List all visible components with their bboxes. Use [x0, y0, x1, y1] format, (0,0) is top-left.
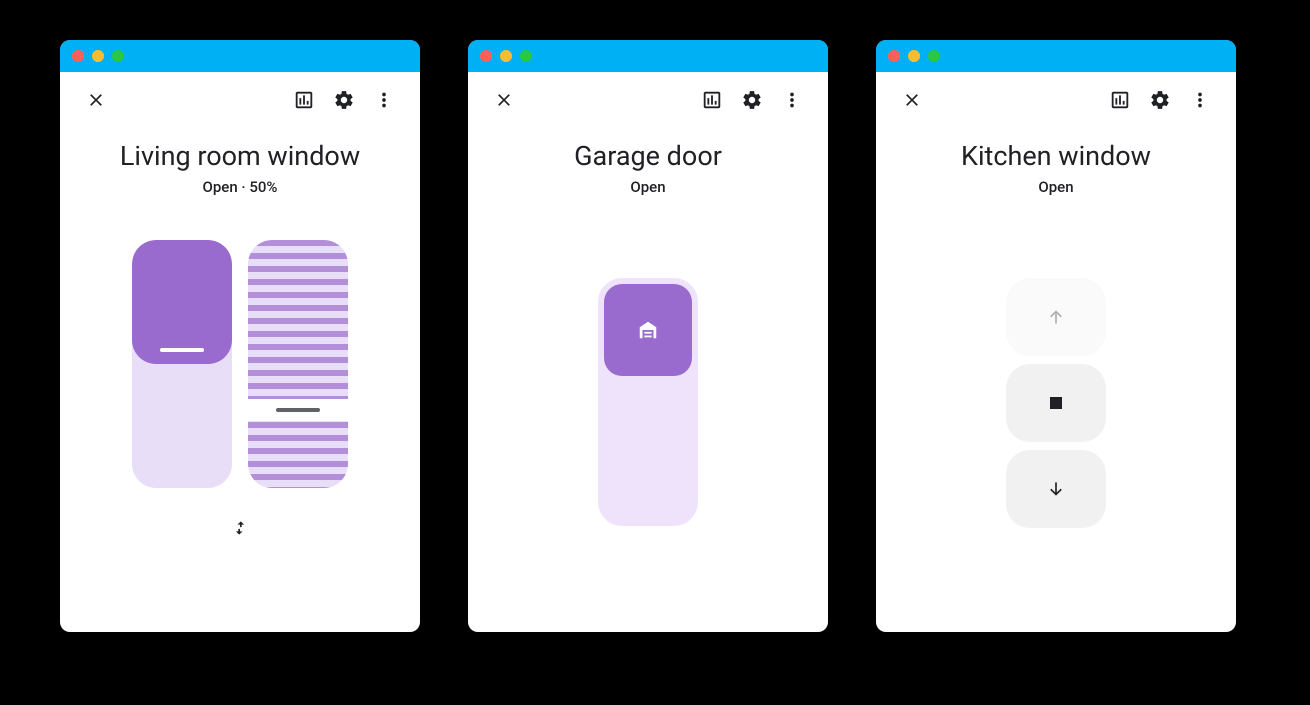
device-title: Living room window	[60, 140, 420, 172]
minimize-window-icon[interactable]	[500, 50, 512, 62]
title-bar	[60, 40, 420, 72]
device-title: Garage door	[468, 140, 828, 172]
garage-icon	[637, 319, 659, 341]
swap-button[interactable]	[230, 518, 250, 542]
device-status: Open	[876, 178, 1236, 196]
more-button[interactable]	[772, 80, 812, 120]
settings-button[interactable]	[324, 80, 364, 120]
device-status: Open	[468, 178, 828, 196]
maximize-window-icon[interactable]	[520, 50, 532, 62]
slider-handle-icon	[160, 348, 204, 352]
tilt-stripes	[248, 240, 348, 488]
history-button[interactable]	[692, 80, 732, 120]
maximize-window-icon[interactable]	[112, 50, 124, 62]
title-block: Living room window Open · 50%	[60, 128, 420, 204]
close-window-icon[interactable]	[72, 50, 84, 62]
minimize-window-icon[interactable]	[908, 50, 920, 62]
arrow-down-icon	[1046, 479, 1066, 499]
title-block: Garage door Open	[468, 128, 828, 204]
content	[876, 204, 1236, 632]
tilt-slider[interactable]	[248, 240, 348, 488]
title-block: Kitchen window Open	[876, 128, 1236, 204]
title-bar	[876, 40, 1236, 72]
close-window-icon[interactable]	[888, 50, 900, 62]
position-fill	[132, 240, 232, 364]
panel-header	[60, 72, 420, 128]
garage-toggle[interactable]	[598, 278, 698, 526]
stop-button[interactable]	[1006, 364, 1106, 442]
content	[468, 204, 828, 632]
close-button[interactable]	[892, 80, 932, 120]
window-garage: Garage door Open	[468, 40, 828, 632]
title-bar	[468, 40, 828, 72]
close-button[interactable]	[484, 80, 524, 120]
settings-button[interactable]	[732, 80, 772, 120]
tilt-handle	[248, 399, 348, 421]
slider-handle-icon	[276, 408, 320, 412]
panel-header	[468, 72, 828, 128]
close-button[interactable]	[76, 80, 116, 120]
garage-fill	[604, 284, 692, 376]
close-cover-button[interactable]	[1006, 450, 1106, 528]
window-kitchen: Kitchen window Open	[876, 40, 1236, 632]
stop-icon	[1050, 397, 1062, 409]
maximize-window-icon[interactable]	[928, 50, 940, 62]
close-window-icon[interactable]	[480, 50, 492, 62]
history-button[interactable]	[284, 80, 324, 120]
history-button[interactable]	[1100, 80, 1140, 120]
button-column	[1006, 278, 1106, 528]
slider-row	[132, 240, 348, 488]
settings-button[interactable]	[1140, 80, 1180, 120]
device-status: Open · 50%	[60, 178, 420, 196]
open-button	[1006, 278, 1106, 356]
more-button[interactable]	[1180, 80, 1220, 120]
window-living-room: Living room window Open · 50%	[60, 40, 420, 632]
position-slider[interactable]	[132, 240, 232, 488]
panel-header	[876, 72, 1236, 128]
device-title: Kitchen window	[876, 140, 1236, 172]
more-button[interactable]	[364, 80, 404, 120]
arrow-up-icon	[1046, 307, 1066, 327]
minimize-window-icon[interactable]	[92, 50, 104, 62]
content	[60, 204, 420, 632]
